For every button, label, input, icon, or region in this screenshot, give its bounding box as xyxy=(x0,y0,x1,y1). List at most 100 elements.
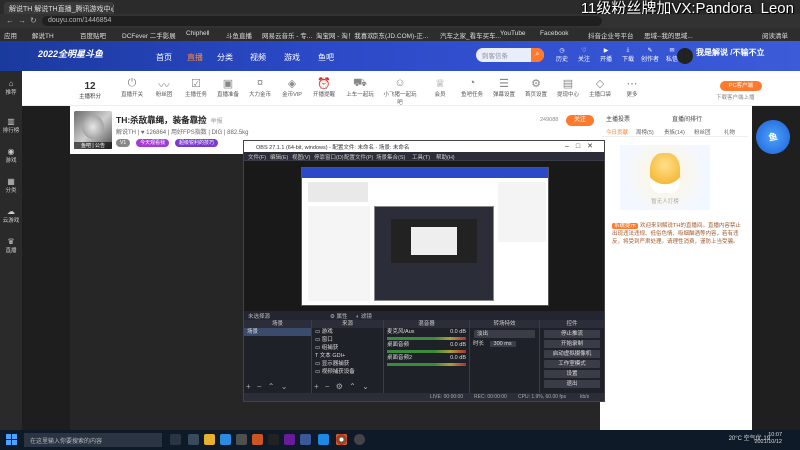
virtual-camera-button[interactable]: 启动虚拟摄像机 xyxy=(544,350,600,358)
level-badge[interactable]: V1 xyxy=(116,139,131,147)
tool-item[interactable]: ☑ 主播任务 xyxy=(178,77,214,98)
follow-button[interactable]: 关注 xyxy=(566,115,594,126)
reading-list[interactable]: 阅读清单 xyxy=(762,30,788,40)
anchor-score[interactable]: 12 主播积分 xyxy=(79,81,101,100)
back-icon[interactable]: ← xyxy=(6,16,14,25)
broadcast-icon[interactable]: ▶ 开播 xyxy=(595,47,617,63)
scene-controls-icon[interactable]: + − ⌃ ⌄ xyxy=(246,382,289,391)
bookmark[interactable]: 思域--我的思域... xyxy=(644,30,693,40)
room-tag[interactable]: 今天观看我 xyxy=(136,139,170,147)
window-controls-icon[interactable]: –□✕ xyxy=(565,142,600,150)
user-name[interactable]: 我是解说 /不输不立 xyxy=(696,47,764,58)
tool-item[interactable]: ⛟ 上车一起玩 xyxy=(342,77,378,98)
sidebar-item-game[interactable]: ◉ 游戏 xyxy=(0,147,22,164)
bookmark[interactable]: 斗鱼直播 xyxy=(226,30,252,40)
tool-item[interactable]: ▤ 提现中心 xyxy=(550,77,586,98)
volume-meter[interactable] xyxy=(387,363,466,366)
report-link[interactable]: 举报 xyxy=(211,119,223,125)
tool-item[interactable]: ◔ 鱼吧任务 xyxy=(454,77,490,98)
source-item[interactable]: ▭ 组捕获 xyxy=(312,344,383,352)
url-input[interactable]: douyu.com/1446854 xyxy=(42,16,602,26)
source-item[interactable]: ▭ 显示器捕获 xyxy=(312,360,383,368)
search-icon[interactable]: ⌕ xyxy=(531,48,544,62)
app-icon[interactable] xyxy=(300,434,311,445)
tool-item[interactable]: 〰粉丝团 xyxy=(146,77,182,98)
bookmark[interactable]: DCFever 二手影展 xyxy=(122,30,176,40)
bookmark[interactable]: 淘宝网 - 淘！我喜欢 xyxy=(316,30,374,40)
bookmark[interactable]: 应用 xyxy=(4,30,17,40)
nav-yuba[interactable]: 鱼吧 xyxy=(318,52,334,63)
nav-home[interactable]: 首页 xyxy=(156,52,172,63)
menu-edit[interactable]: 编辑(E) xyxy=(270,153,288,161)
duration-input[interactable]: 300 ms xyxy=(489,341,516,347)
source-controls-icon[interactable]: + − ⚙ ⌃ ⌄ xyxy=(314,382,371,391)
app-icon[interactable] xyxy=(236,434,247,445)
forward-icon[interactable]: → xyxy=(18,16,26,25)
bookmark[interactable]: 百度贴吧 xyxy=(80,30,106,40)
task-view-icon[interactable] xyxy=(170,434,181,445)
transition-select[interactable]: 淡出 xyxy=(474,330,535,338)
properties-button[interactable]: ⚙ 属性 xyxy=(330,312,347,320)
volume-meter[interactable] xyxy=(387,337,466,340)
menu-help[interactable]: 帮助(H) xyxy=(436,153,455,161)
tab-gift[interactable]: 礼物 xyxy=(724,128,735,136)
follow-icon[interactable]: ♡ 关注 xyxy=(573,47,595,63)
menu-scene-collection[interactable]: 场景集合(S) xyxy=(376,153,405,161)
site-logo[interactable]: 2022全明星斗鱼 xyxy=(38,47,103,60)
source-item[interactable]: ▭ 视频捕获设备 xyxy=(312,368,383,376)
windows-start-icon[interactable] xyxy=(6,434,18,446)
app-icon[interactable] xyxy=(284,434,295,445)
tool-item[interactable]: ♕ 会员 xyxy=(422,77,458,98)
bookmark[interactable]: 京东(JD.COM)-正... xyxy=(372,30,428,40)
folder-icon[interactable] xyxy=(204,434,215,445)
sidebar-item-category[interactable]: ▦ 分类 xyxy=(0,177,22,194)
tool-item[interactable]: ⚙ 首页设置 xyxy=(518,77,554,98)
nav-video[interactable]: 视频 xyxy=(250,52,266,63)
tab-room-rank[interactable]: 直播间排行 xyxy=(672,114,702,123)
bookmark[interactable]: 抖音企业号平台 xyxy=(588,30,634,40)
tool-item[interactable]: ⋯ 更多 xyxy=(614,77,650,98)
tool-item[interactable]: ◈ 金币VIP xyxy=(274,77,310,98)
chrome-icon[interactable] xyxy=(336,434,347,445)
bookmark[interactable]: 网易云音乐 - 专... xyxy=(262,30,312,40)
app-icon[interactable] xyxy=(220,434,231,445)
bookmark[interactable]: Facebook xyxy=(540,30,569,37)
download-icon[interactable]: ⤓ 下载 xyxy=(617,47,639,63)
tool-item[interactable]: ☺ 小飞猪一起玩吧 xyxy=(382,77,418,106)
clock[interactable]: 10:07 2021/10/12 xyxy=(754,432,782,446)
app-icon[interactable] xyxy=(252,434,263,445)
history-icon[interactable]: ◷ 历史 xyxy=(551,47,573,63)
source-item[interactable]: ▭ 窗口 xyxy=(312,336,383,344)
tab-fans[interactable]: 粉丝团 xyxy=(694,128,711,136)
tool-item[interactable]: ◇ 主播口袋 xyxy=(582,77,618,98)
tab-week[interactable]: 周榜(5) xyxy=(636,128,654,136)
tool-item[interactable]: ¤ 大力金币 xyxy=(242,77,278,98)
nav-game[interactable]: 游戏 xyxy=(284,52,300,63)
source-item[interactable]: T 文本 GDI+ xyxy=(312,352,383,360)
sidebar-item-cloud-game[interactable]: ☁ 云游戏 xyxy=(0,207,22,224)
room-tag[interactable]: 超级锐利的技巧 xyxy=(175,139,219,147)
obs-icon[interactable] xyxy=(354,434,365,445)
creator-icon[interactable]: ✎ 创作者 xyxy=(639,47,661,63)
menu-tools[interactable]: 工具(T) xyxy=(412,153,430,161)
tab-noble[interactable]: 贵族(14) xyxy=(664,128,685,136)
obs-preview[interactable] xyxy=(244,161,604,311)
menu-profile[interactable]: 配置文件(P) xyxy=(344,153,373,161)
settings-button[interactable]: 设置 xyxy=(544,370,600,378)
tab-anchor-vote[interactable]: 主播投票 xyxy=(606,114,630,123)
source-item[interactable]: ▭ 游戏 xyxy=(312,328,383,336)
nav-category[interactable]: 分类 xyxy=(217,52,233,63)
tool-item[interactable]: ▣ 直播准备 xyxy=(210,77,246,98)
app-icon[interactable] xyxy=(188,434,199,445)
reload-icon[interactable]: ↻ xyxy=(30,16,37,25)
tool-item[interactable]: ⏻ 直播开关 xyxy=(114,77,150,98)
collapse-icon[interactable]: › xyxy=(0,247,22,256)
tool-item[interactable]: ☰ 弹幕设置 xyxy=(486,77,522,98)
start-record-button[interactable]: 开始录制 xyxy=(544,340,600,348)
menu-view[interactable]: 视图(V) xyxy=(292,153,310,161)
pc-client-button[interactable]: PC客户端 xyxy=(720,81,762,91)
bookmark[interactable]: YouTube xyxy=(500,30,526,37)
menu-file[interactable]: 文件(F) xyxy=(248,153,266,161)
nav-live[interactable]: 直播 xyxy=(187,52,203,63)
anchor-avatar[interactable]: 鱼吧 | 公告 xyxy=(74,111,112,149)
